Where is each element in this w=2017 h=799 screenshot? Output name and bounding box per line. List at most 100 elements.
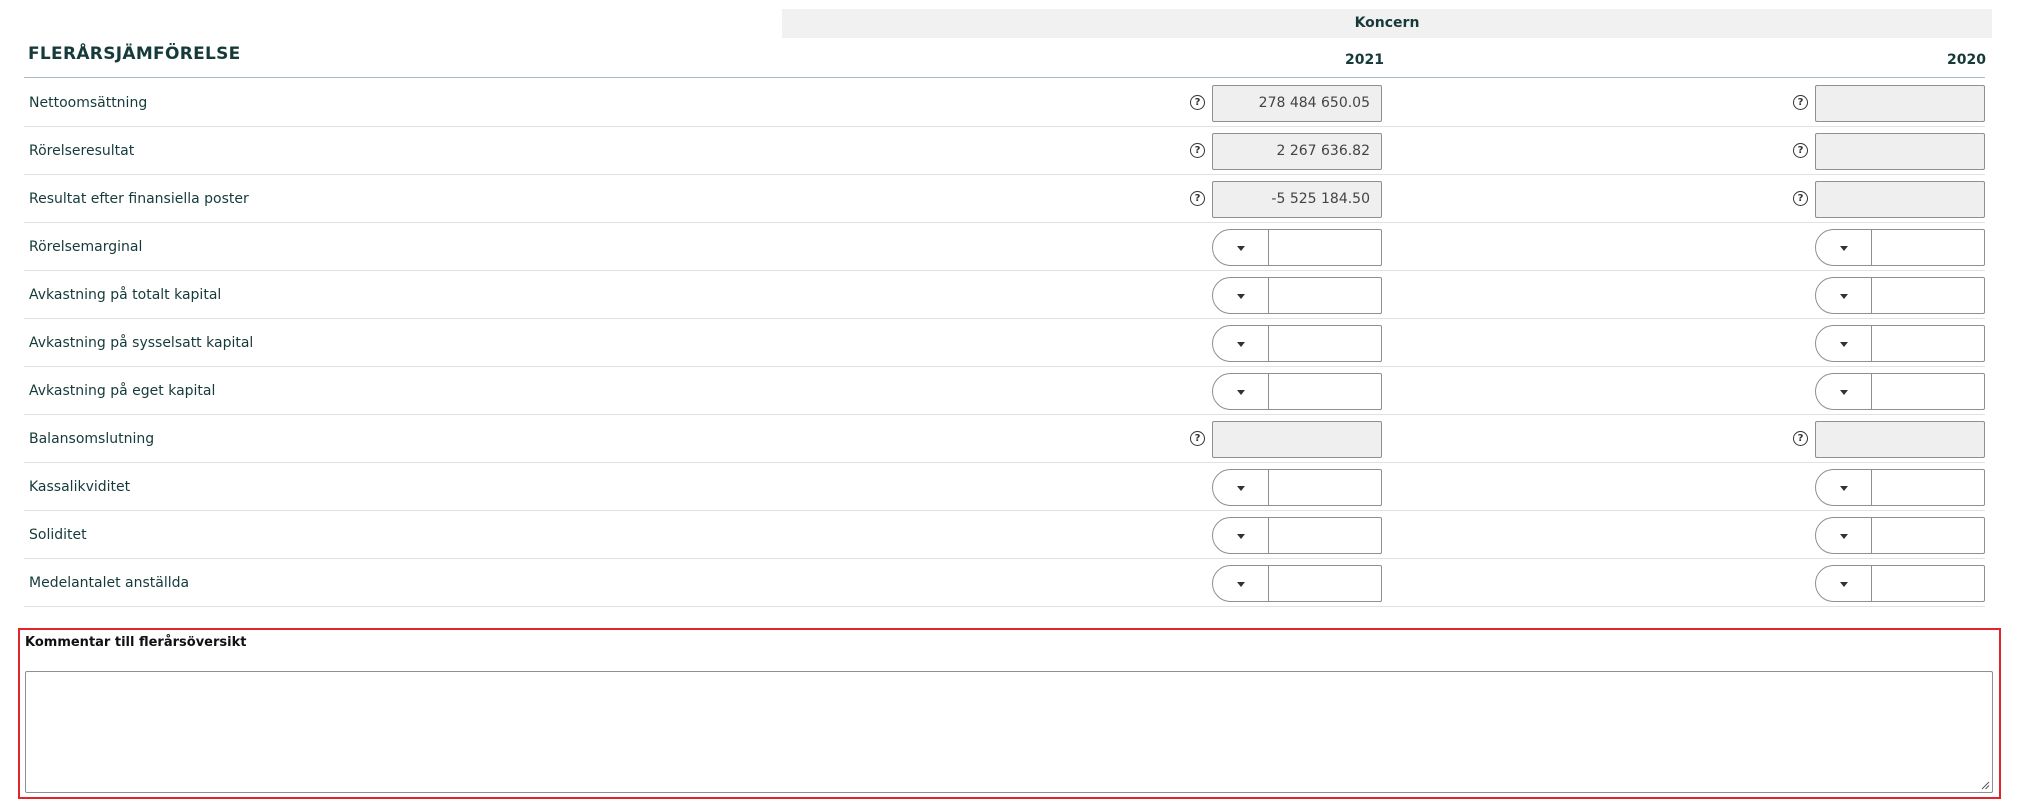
readonly-value-field-2021: -5 525 184.50 bbox=[1212, 181, 1382, 218]
unit-dropdown[interactable] bbox=[1212, 277, 1269, 314]
row-label: Avkastning på totalt kapital bbox=[29, 287, 222, 303]
header-divider bbox=[24, 77, 1985, 78]
unit-dropdown[interactable] bbox=[1815, 277, 1872, 314]
caret-down-icon bbox=[1840, 246, 1848, 251]
help-icon[interactable]: ? bbox=[1793, 143, 1808, 158]
unit-value-combo-2021 bbox=[1212, 469, 1382, 506]
unit-value-combo-2021 bbox=[1212, 229, 1382, 266]
value-input[interactable] bbox=[1872, 565, 1985, 602]
resize-handle-icon[interactable] bbox=[1981, 781, 1990, 790]
unit-value-combo-2021 bbox=[1212, 373, 1382, 410]
table-row: Kassalikviditet bbox=[24, 463, 1985, 511]
readonly-value-field-2020 bbox=[1815, 133, 1985, 170]
group-header-koncern: Koncern bbox=[782, 9, 1992, 38]
table-row: Avkastning på totalt kapital bbox=[24, 271, 1985, 319]
value-input[interactable] bbox=[1269, 229, 1382, 266]
unit-dropdown[interactable] bbox=[1212, 517, 1269, 554]
row-label: Resultat efter finansiella poster bbox=[29, 191, 249, 207]
year-header-2021: 2021 bbox=[1345, 52, 1384, 68]
unit-dropdown[interactable] bbox=[1212, 325, 1269, 362]
table-row: Medelantalet anställda bbox=[24, 559, 1985, 607]
unit-dropdown[interactable] bbox=[1815, 565, 1872, 602]
unit-value-combo-2020 bbox=[1815, 229, 1985, 266]
table-row: Resultat efter finansiella poster? -5 525… bbox=[24, 175, 1985, 223]
value-input[interactable] bbox=[1269, 565, 1382, 602]
table-row: Avkastning på sysselsatt kapital bbox=[24, 319, 1985, 367]
unit-value-combo-2021 bbox=[1212, 565, 1382, 602]
comment-section: Kommentar till flerårsöversikt bbox=[18, 628, 2001, 799]
value-input[interactable] bbox=[1269, 469, 1382, 506]
value-input[interactable] bbox=[1872, 325, 1985, 362]
row-label: Rörelsemarginal bbox=[29, 239, 143, 255]
help-icon[interactable]: ? bbox=[1190, 431, 1205, 446]
unit-value-combo-2020 bbox=[1815, 325, 1985, 362]
unit-dropdown[interactable] bbox=[1815, 229, 1872, 266]
value-input[interactable] bbox=[1269, 325, 1382, 362]
value-input[interactable] bbox=[1269, 373, 1382, 410]
unit-value-combo-2021 bbox=[1212, 325, 1382, 362]
caret-down-icon bbox=[1237, 486, 1245, 491]
year-header-2020: 2020 bbox=[1947, 52, 1986, 68]
value-input[interactable] bbox=[1872, 469, 1985, 506]
unit-dropdown[interactable] bbox=[1815, 325, 1872, 362]
unit-value-combo-2021 bbox=[1212, 517, 1382, 554]
unit-value-combo-2020 bbox=[1815, 517, 1985, 554]
caret-down-icon bbox=[1840, 486, 1848, 491]
caret-down-icon bbox=[1237, 534, 1245, 539]
table-row: Avkastning på eget kapital bbox=[24, 367, 1985, 415]
help-icon[interactable]: ? bbox=[1190, 143, 1205, 158]
table-row: Balansomslutning?? bbox=[24, 415, 1985, 463]
row-label: Balansomslutning bbox=[29, 431, 155, 447]
caret-down-icon bbox=[1840, 390, 1848, 395]
unit-value-combo-2021 bbox=[1212, 277, 1382, 314]
caret-down-icon bbox=[1840, 342, 1848, 347]
readonly-value-field-2021: 278 484 650.05 bbox=[1212, 85, 1382, 122]
readonly-value-field-2021: 2 267 636.82 bbox=[1212, 133, 1382, 170]
value-input[interactable] bbox=[1269, 277, 1382, 314]
unit-dropdown[interactable] bbox=[1212, 469, 1269, 506]
unit-value-combo-2020 bbox=[1815, 565, 1985, 602]
help-icon[interactable]: ? bbox=[1190, 191, 1205, 206]
value-input[interactable] bbox=[1872, 517, 1985, 554]
unit-dropdown[interactable] bbox=[1212, 565, 1269, 602]
help-icon[interactable]: ? bbox=[1190, 95, 1205, 110]
help-icon[interactable]: ? bbox=[1793, 431, 1808, 446]
table-row: Nettoomsättning? 278 484 650.05? bbox=[24, 79, 1985, 127]
unit-dropdown[interactable] bbox=[1815, 469, 1872, 506]
caret-down-icon bbox=[1840, 534, 1848, 539]
table-row: Rörelsemarginal bbox=[24, 223, 1985, 271]
value-input[interactable] bbox=[1872, 277, 1985, 314]
comment-textarea[interactable] bbox=[25, 671, 1993, 793]
row-label: Avkastning på eget kapital bbox=[29, 383, 216, 399]
readonly-value-field-2020 bbox=[1815, 181, 1985, 218]
caret-down-icon bbox=[1237, 342, 1245, 347]
caret-down-icon bbox=[1237, 294, 1245, 299]
row-label: Rörelseresultat bbox=[29, 143, 135, 159]
help-icon[interactable]: ? bbox=[1793, 95, 1808, 110]
section-title: FLERÅRSJÄMFÖRELSE bbox=[28, 44, 241, 64]
unit-dropdown[interactable] bbox=[1815, 373, 1872, 410]
row-label: Avkastning på sysselsatt kapital bbox=[29, 335, 254, 351]
caret-down-icon bbox=[1237, 390, 1245, 395]
unit-dropdown[interactable] bbox=[1212, 373, 1269, 410]
row-label: Nettoomsättning bbox=[29, 95, 148, 111]
table-row: Soliditet bbox=[24, 511, 1985, 559]
caret-down-icon bbox=[1237, 582, 1245, 587]
help-icon[interactable]: ? bbox=[1793, 191, 1808, 206]
comment-label: Kommentar till flerårsöversikt bbox=[25, 635, 247, 650]
value-input[interactable] bbox=[1269, 517, 1382, 554]
unit-value-combo-2020 bbox=[1815, 277, 1985, 314]
readonly-value-field-2020 bbox=[1815, 421, 1985, 458]
row-label: Kassalikviditet bbox=[29, 479, 131, 495]
value-input[interactable] bbox=[1872, 229, 1985, 266]
value-input[interactable] bbox=[1872, 373, 1985, 410]
readonly-value-field-2020 bbox=[1815, 85, 1985, 122]
multi-year-comparison-page: Koncern FLERÅRSJÄMFÖRELSE 2021 2020 Nett… bbox=[0, 0, 2017, 799]
unit-value-combo-2020 bbox=[1815, 373, 1985, 410]
row-label: Medelantalet anställda bbox=[29, 575, 190, 591]
caret-down-icon bbox=[1840, 582, 1848, 587]
unit-dropdown[interactable] bbox=[1815, 517, 1872, 554]
unit-dropdown[interactable] bbox=[1212, 229, 1269, 266]
readonly-value-field-2021 bbox=[1212, 421, 1382, 458]
caret-down-icon bbox=[1237, 246, 1245, 251]
